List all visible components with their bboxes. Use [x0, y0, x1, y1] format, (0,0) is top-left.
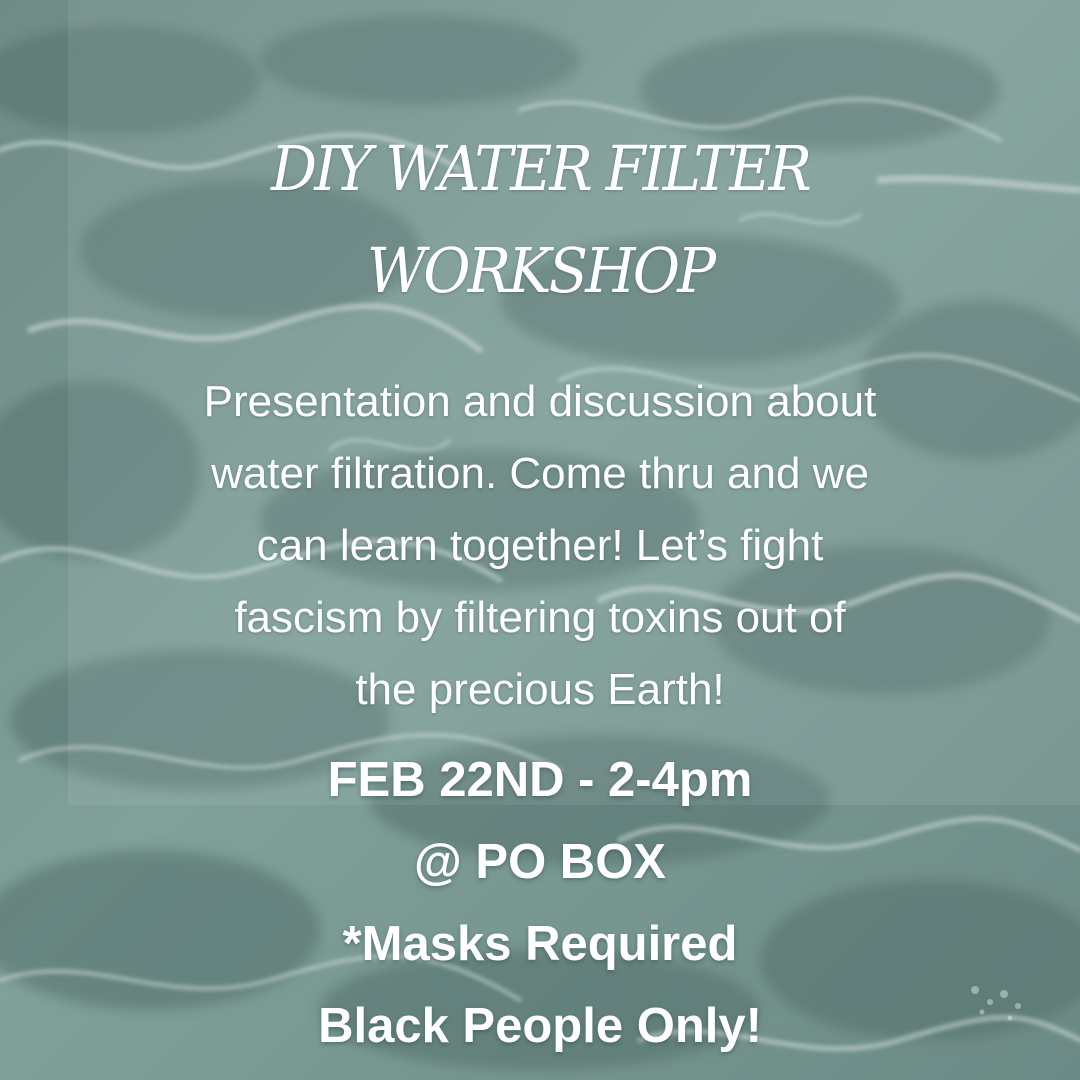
title-line-2: WORKSHOP	[366, 234, 716, 307]
flyer-content: DIY WATER FILTER WORKSHOP Presentation a…	[0, 0, 1080, 1080]
description-line-3: can learn together! Let’s fight	[256, 521, 824, 570]
description-line-4: fascism by filtering toxins out of	[234, 593, 846, 642]
description-line-1: Presentation and discussion about	[203, 377, 877, 426]
description-line-2: water filtration. Come thru and we	[211, 449, 869, 498]
event-date-time: FEB 22ND - 2-4pm	[327, 753, 753, 807]
mask-requirement: *Masks Required	[342, 917, 738, 971]
title-line-1: DIY WATER FILTER	[270, 132, 812, 205]
event-location: @ PO BOX	[414, 835, 666, 889]
audience-note: Black People Only!	[318, 999, 762, 1053]
description-line-5: the precious Earth!	[355, 665, 725, 714]
